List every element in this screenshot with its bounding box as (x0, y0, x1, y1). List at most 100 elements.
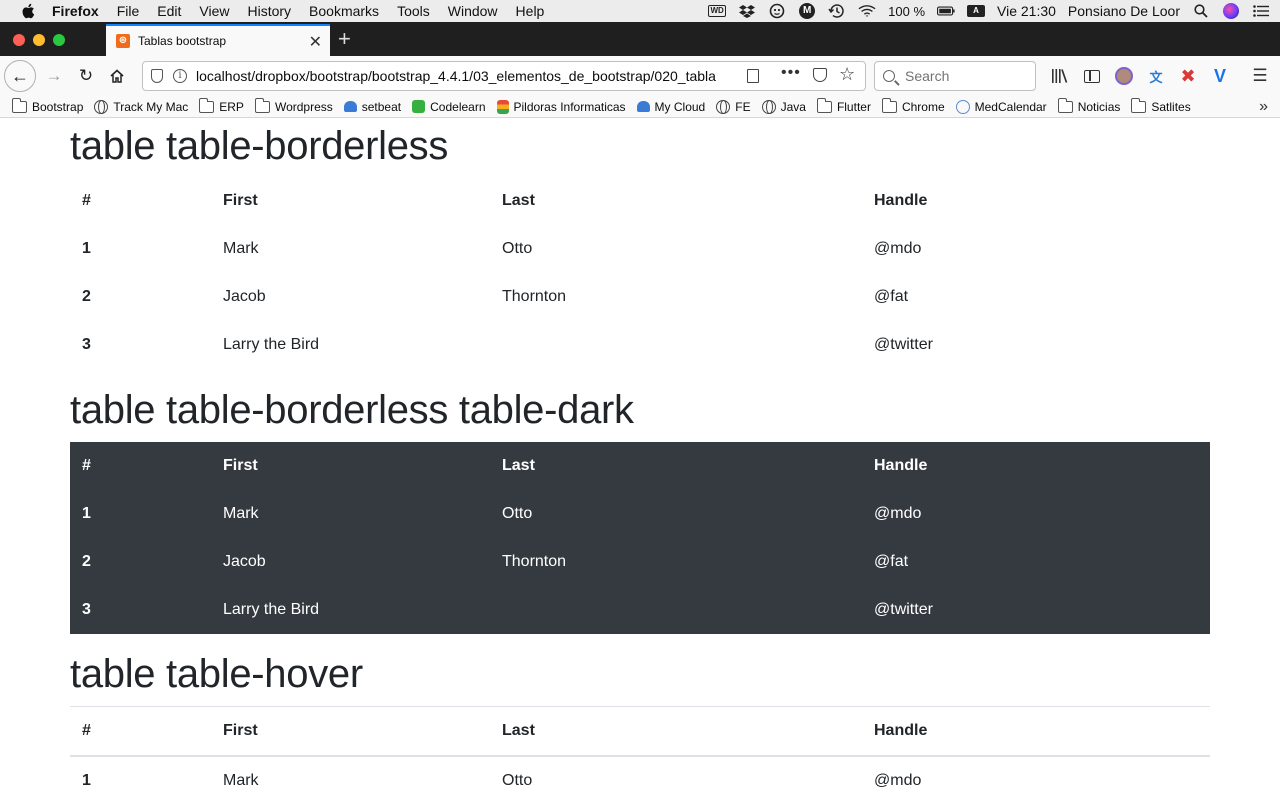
table-row[interactable]: 1 Mark Otto @mdo (70, 755, 1210, 800)
reload-button[interactable]: ↻ (72, 62, 100, 90)
bookmark-item[interactable]: My Cloud (636, 99, 706, 114)
window-maximize-button[interactable] (53, 34, 65, 46)
bookmark-label: Noticias (1077, 99, 1121, 114)
table-header-row: # First Last Handle (70, 706, 1210, 757)
header-cell: Last (490, 706, 862, 757)
forward-button[interactable]: → (40, 62, 68, 90)
bookmark-item[interactable]: MedCalendar (955, 99, 1047, 114)
menu-tools[interactable]: Tools (397, 3, 430, 19)
bookmark-item[interactable]: Satlites (1131, 97, 1191, 114)
menu-app-firefox[interactable]: Firefox (52, 3, 99, 19)
table-cell: @twitter (874, 336, 933, 353)
bookmark-label: My Cloud (654, 99, 706, 114)
bookmarks-overflow-chevron-icon[interactable]: » (1259, 98, 1268, 116)
bookmark-item[interactable]: Flutter (816, 97, 871, 114)
table-cell: Otto (502, 240, 533, 257)
header-cell: First (211, 706, 490, 757)
v-extension-icon[interactable]: V (1210, 66, 1230, 86)
bookmark-label: Track My Mac (113, 99, 189, 114)
bookmark-item[interactable]: Codelearn (412, 100, 486, 114)
bookmark-item[interactable]: ERP (199, 97, 244, 114)
m-icon[interactable]: M (798, 3, 816, 19)
menu-bookmarks[interactable]: Bookmarks (309, 3, 379, 19)
folder-icon (816, 97, 832, 113)
battery-icon[interactable] (937, 4, 955, 18)
folder-icon (254, 97, 270, 113)
tracking-protection-shield-icon[interactable] (151, 69, 163, 83)
header-cell: Handle (862, 706, 1210, 757)
table-cell: @fat (874, 553, 909, 570)
notification-center-icon[interactable] (1252, 4, 1270, 18)
wifi-icon[interactable] (858, 4, 876, 18)
dropbox-icon[interactable] (738, 4, 756, 18)
table-row: 3 Larry the Bird @twitter (70, 586, 1210, 634)
table-borderless: # First Last Handle 1 Mark Otto @mdo 2 J… (70, 177, 1210, 369)
bookmark-star-icon[interactable]: ☆ (839, 64, 855, 85)
bookmark-item[interactable]: Pildoras Informaticas (496, 99, 626, 114)
siri-icon[interactable] (1222, 3, 1240, 19)
table-cell: Jacob (223, 288, 266, 305)
url-text[interactable]: localhost/dropbox/bootstrap/bootstrap_4.… (196, 68, 730, 84)
tab-tablas-bootstrap[interactable]: ⊛ Tablas bootstrap ✕ (106, 24, 330, 56)
bookmark-label: Pildoras Informaticas (513, 99, 626, 114)
menu-history[interactable]: History (247, 3, 291, 19)
time-machine-icon[interactable] (828, 4, 846, 18)
ghost-icon[interactable] (768, 3, 786, 19)
back-button[interactable]: ← (4, 60, 36, 92)
menu-view[interactable]: View (199, 3, 229, 19)
translate-extension-icon[interactable]: 文 (1146, 66, 1166, 86)
spotlight-icon[interactable] (1192, 4, 1210, 18)
table-cell: Otto (490, 755, 862, 800)
wd-icon[interactable]: WD (708, 4, 727, 18)
site-info-icon[interactable]: i (173, 69, 187, 83)
table-row: 1 Mark Otto @mdo (70, 490, 1210, 538)
row-number: 2 (82, 553, 91, 570)
bookmark-item[interactable]: Chrome (881, 97, 945, 114)
x-extension-icon[interactable]: ✖ (1178, 66, 1198, 86)
table-cell (490, 321, 862, 369)
apple-icon[interactable] (20, 2, 38, 20)
table-cell: Thornton (502, 288, 567, 305)
menubar-user[interactable]: Ponsiano De Loor (1068, 3, 1180, 19)
reader-view-icon[interactable] (747, 69, 759, 83)
table-header-row: # First Last Handle (70, 442, 1210, 490)
pocket-icon[interactable] (813, 68, 827, 82)
url-bar[interactable]: i localhost/dropbox/bootstrap/bootstrap_… (142, 61, 866, 91)
bookmark-item[interactable]: Bootstrap (12, 97, 83, 114)
tab-close-icon[interactable]: ✕ (309, 32, 322, 52)
input-source-icon[interactable]: A (967, 4, 986, 18)
battery-percent: 100 % (888, 3, 926, 19)
row-number: 1 (70, 755, 211, 800)
hamburger-menu-icon[interactable]: ☰ (1250, 66, 1270, 86)
table-hover: # First Last Handle 1 Mark Otto @mdo (70, 706, 1210, 800)
row-number: 2 (82, 288, 91, 305)
menubar-clock[interactable]: Vie 21:30 (997, 3, 1056, 19)
bookmark-item[interactable]: Java (761, 99, 806, 114)
table-row: 1 Mark Otto @mdo (70, 225, 1210, 273)
home-button[interactable] (103, 62, 131, 90)
new-tab-plus-icon[interactable]: + (338, 26, 351, 52)
bookmark-item[interactable]: Track My Mac (94, 99, 189, 114)
tab-title: Tablas bootstrap (138, 34, 227, 48)
menu-file[interactable]: File (117, 3, 140, 19)
page-actions-more-icon[interactable]: ••• (781, 64, 801, 82)
library-icon[interactable] (1050, 66, 1070, 86)
bookmark-item[interactable]: Wordpress (254, 97, 333, 114)
header-cell: # (82, 457, 91, 474)
menu-help[interactable]: Help (516, 3, 545, 19)
sidebar-toggle-icon[interactable] (1082, 66, 1102, 86)
table-cell (490, 586, 862, 634)
account-avatar-icon[interactable] (1114, 66, 1134, 86)
menu-edit[interactable]: Edit (157, 3, 181, 19)
search-placeholder: Search (905, 68, 950, 84)
bookmark-item[interactable]: setbeat (343, 100, 401, 114)
window-minimize-button[interactable] (33, 34, 45, 46)
bookmark-item[interactable]: Noticias (1057, 97, 1121, 114)
search-input[interactable]: Search (874, 61, 1036, 91)
window-close-button[interactable] (13, 34, 25, 46)
globe-icon (94, 99, 109, 114)
menu-window[interactable]: Window (448, 3, 498, 19)
row-number: 3 (82, 601, 91, 618)
bookmark-item[interactable]: FE (716, 99, 751, 114)
bookmark-label: Java (780, 99, 806, 114)
